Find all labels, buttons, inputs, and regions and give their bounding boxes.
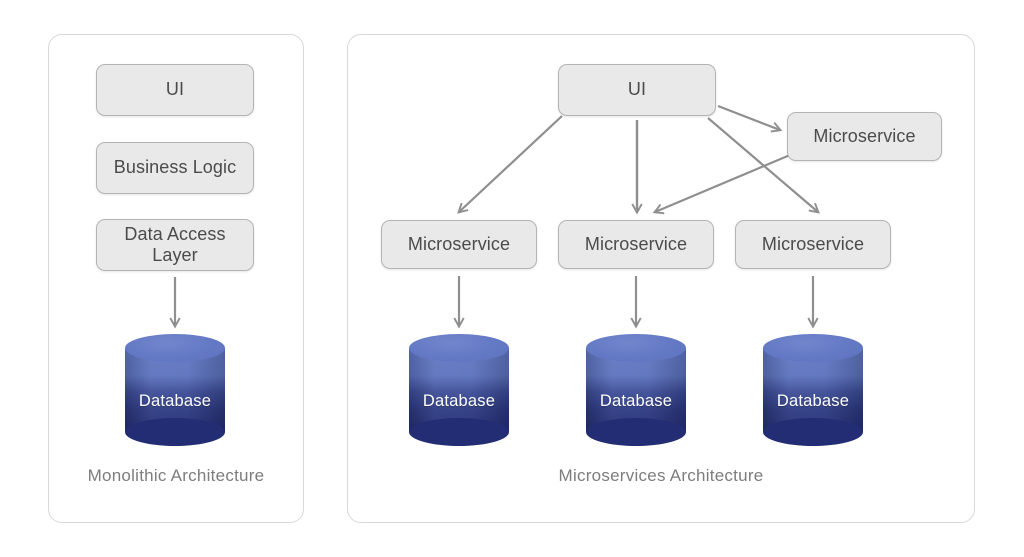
node-microservice-3[interactable]: Microservice: [735, 220, 891, 269]
node-microservice-right[interactable]: Microservice: [787, 112, 942, 161]
cylinder-top: [763, 334, 863, 362]
node-microservice-2[interactable]: Microservice: [558, 220, 714, 269]
node-label: Microservice: [761, 233, 865, 254]
database-cylinder-2[interactable]: Database: [586, 334, 686, 446]
cylinder-top: [409, 334, 509, 362]
node-business-logic[interactable]: Business Logic: [96, 142, 254, 194]
database-label: Database: [138, 392, 212, 410]
cylinder-top: [125, 334, 225, 362]
node-ui-microservices[interactable]: UI: [558, 64, 716, 116]
node-label: Microservice: [584, 233, 688, 254]
node-microservice-1[interactable]: Microservice: [381, 220, 537, 269]
cylinder-bottom: [409, 418, 509, 446]
node-label: UI: [165, 79, 185, 100]
caption-monolithic-architecture: Monolithic Architecture: [87, 466, 265, 485]
node-ui-monolith[interactable]: UI: [96, 64, 254, 116]
caption-microservices-architecture: Microservices Architecture: [558, 466, 764, 485]
cylinder-bottom: [586, 418, 686, 446]
node-label: Business Logic: [113, 157, 237, 178]
database-label: Database: [599, 392, 673, 410]
node-data-access-layer[interactable]: Data Access Layer: [96, 219, 254, 271]
cylinder-bottom: [125, 418, 225, 446]
database-label: Database: [422, 392, 496, 410]
database-cylinder-1[interactable]: Database: [409, 334, 509, 446]
cylinder-bottom: [763, 418, 863, 446]
database-cylinder-monolith[interactable]: Database: [125, 334, 225, 446]
diagram-canvas: UI Business Logic Data Access Layer Data…: [0, 0, 1024, 557]
node-label: Microservice: [407, 233, 511, 254]
cylinder-top: [586, 334, 686, 362]
node-label: UI: [627, 79, 647, 100]
database-label: Database: [776, 392, 850, 410]
database-cylinder-3[interactable]: Database: [763, 334, 863, 446]
node-label: Microservice: [813, 125, 916, 146]
node-label: Data Access Layer: [124, 223, 226, 265]
